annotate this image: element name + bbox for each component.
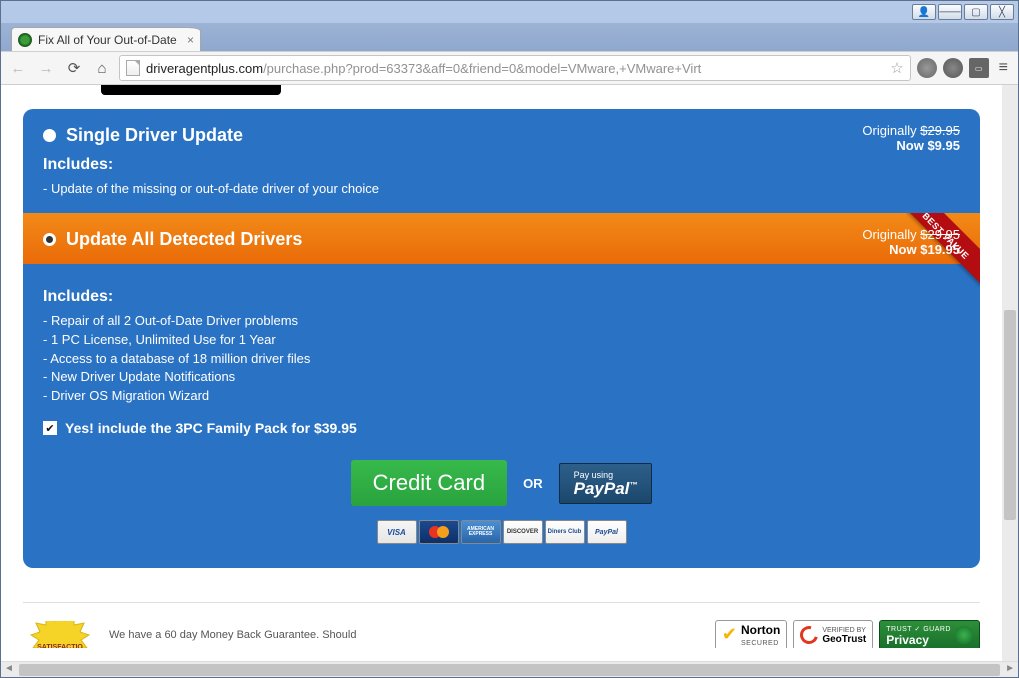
extension-icon-1[interactable] xyxy=(917,58,937,78)
tab-favicon xyxy=(18,33,32,47)
accepted-cards: VISA AMERICAN EXPRESS DISCOVER Diners Cl… xyxy=(43,520,960,544)
window-titlebar: 👤 ─── ▢ ╳ xyxy=(1,1,1018,23)
tab-title: Fix All of Your Out-of-Date xyxy=(38,33,181,47)
option-title: Single Driver Update xyxy=(66,125,243,146)
tab-strip: Fix All of Your Out-of-Date × xyxy=(1,23,1018,51)
card-paypal-icon: PayPal xyxy=(587,520,627,544)
feature-item: - New Driver Update Notifications xyxy=(43,368,960,387)
guarantee-text: We have a 60 day Money Back Guarantee. S… xyxy=(109,629,356,641)
norton-check-icon: ✔ xyxy=(722,624,737,645)
price-block: Originally $29.95 Now $9.95 xyxy=(862,123,960,153)
vertical-scrollbar[interactable] xyxy=(1002,85,1018,661)
satisfaction-badge: SATISFACTIO xyxy=(23,621,97,649)
option-update-all[interactable]: BEST VALUE Update All Detected Drivers O… xyxy=(23,213,980,264)
page-fragment xyxy=(101,85,281,95)
page-footer: SATISFACTIO We have a 60 day Money Back … xyxy=(23,602,980,648)
feature-item: - Driver OS Migration Wizard xyxy=(43,387,960,406)
bookmark-star-icon[interactable]: ☆ xyxy=(890,59,903,77)
option-details: Includes: - Repair of all 2 Out-of-Date … xyxy=(23,264,980,568)
feature-item: - Update of the missing or out-of-date d… xyxy=(43,180,960,199)
page-content: Single Driver Update Originally $29.95 N… xyxy=(1,85,1002,661)
feature-item: - Access to a database of 18 million dri… xyxy=(43,350,960,369)
browser-tab[interactable]: Fix All of Your Out-of-Date × xyxy=(11,27,201,51)
forward-button[interactable]: → xyxy=(35,57,57,79)
or-label: OR xyxy=(523,476,543,491)
privacy-seal-icon xyxy=(955,626,973,644)
geotrust-swirl-icon xyxy=(797,622,822,647)
browser-toolbar: ← → ⟳ ⌂ driveragentplus.com/purchase.php… xyxy=(1,51,1018,85)
includes-header: Includes: xyxy=(43,288,960,306)
page-icon xyxy=(126,60,140,76)
browser-window: 👤 ─── ▢ ╳ Fix All of Your Out-of-Date × … xyxy=(0,0,1019,678)
home-button[interactable]: ⌂ xyxy=(91,57,113,79)
chrome-menu-button[interactable]: ≡ xyxy=(995,59,1012,77)
window-profile-button[interactable]: 👤 xyxy=(912,4,936,20)
credit-card-button[interactable]: Credit Card xyxy=(351,460,507,506)
reload-button[interactable]: ⟳ xyxy=(63,57,85,79)
svg-text:SATISFACTIO: SATISFACTIO xyxy=(37,644,83,649)
paypal-button[interactable]: Pay using PayPal™ xyxy=(559,463,653,504)
back-button[interactable]: ← xyxy=(7,57,29,79)
option-title: Update All Detected Drivers xyxy=(66,229,302,250)
feature-item: - Repair of all 2 Out-of-Date Driver pro… xyxy=(43,312,960,331)
horizontal-scrollbar[interactable] xyxy=(1,661,1018,677)
url-text: driveragentplus.com/purchase.php?prod=63… xyxy=(146,61,884,76)
trust-badges: ✔ NortonSECURED VERIFIED BYGeoTrust TRUS… xyxy=(715,620,980,649)
card-discover-icon: DISCOVER xyxy=(503,520,543,544)
includes-header: Includes: xyxy=(43,156,960,174)
card-amex-icon: AMERICAN EXPRESS xyxy=(461,520,501,544)
price-block: Originally $29.95 Now $19.95 xyxy=(862,227,960,257)
card-diners-icon: Diners Club xyxy=(545,520,585,544)
extension-icon-3[interactable]: ▭ xyxy=(969,58,989,78)
window-maximize-button[interactable]: ▢ xyxy=(964,4,988,20)
viewport: Single Driver Update Originally $29.95 N… xyxy=(1,85,1018,677)
purchase-panel: Single Driver Update Originally $29.95 N… xyxy=(23,109,980,568)
radio-update-all[interactable] xyxy=(43,233,56,246)
family-pack-label: Yes! include the 3PC Family Pack for $39… xyxy=(65,420,357,436)
family-pack-checkbox-row: ✔ Yes! include the 3PC Family Pack for $… xyxy=(43,420,960,436)
option-single-driver[interactable]: Single Driver Update Originally $29.95 N… xyxy=(23,109,980,213)
family-pack-checkbox[interactable]: ✔ xyxy=(43,421,57,435)
window-close-button[interactable]: ╳ xyxy=(990,4,1014,20)
payment-buttons: Credit Card OR Pay using PayPal™ xyxy=(43,460,960,506)
card-mastercard-icon xyxy=(419,520,459,544)
window-minimize-button[interactable]: ─── xyxy=(938,4,962,20)
card-visa-icon: VISA xyxy=(377,520,417,544)
norton-badge: ✔ NortonSECURED xyxy=(715,620,787,649)
tab-close-icon[interactable]: × xyxy=(187,33,194,47)
privacy-badge: TRUST ✓ GUARDPrivacy xyxy=(879,620,980,649)
geotrust-badge: VERIFIED BYGeoTrust xyxy=(793,620,873,649)
radio-single-driver[interactable] xyxy=(43,129,56,142)
extension-gear-icon[interactable] xyxy=(943,58,963,78)
address-bar[interactable]: driveragentplus.com/purchase.php?prod=63… xyxy=(119,55,911,81)
feature-item: - 1 PC License, Unlimited Use for 1 Year xyxy=(43,331,960,350)
